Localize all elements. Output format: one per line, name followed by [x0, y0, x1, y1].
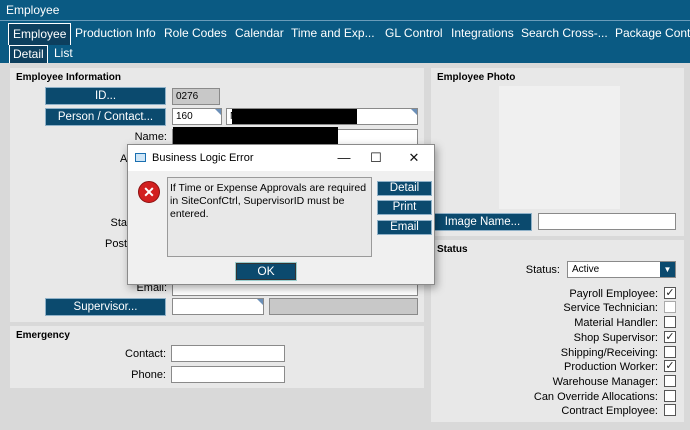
shop-supervisor-checkbox[interactable]: ✓	[664, 331, 676, 343]
material-handler-label: Material Handler:	[574, 317, 658, 329]
ok-button[interactable]: OK	[235, 262, 297, 281]
material-handler-checkbox[interactable]	[664, 316, 676, 328]
production-worker-checkbox[interactable]: ✓	[664, 360, 676, 372]
business-logic-error-dialog: Business Logic Error — ☐ ✕ ✕ If Time or …	[127, 144, 435, 285]
shop-supervisor-label: Shop Supervisor:	[573, 332, 658, 344]
person-id-field[interactable]: 160	[172, 108, 222, 125]
shipping-receiving-checkbox[interactable]	[664, 346, 676, 358]
emergency-contact-field[interactable]	[171, 345, 285, 362]
sub-tab-bar: Detail List	[0, 45, 690, 63]
status-title: Status	[437, 244, 468, 255]
tab-employee[interactable]: Employee	[8, 23, 72, 45]
contract-employee-label: Contract Employee:	[561, 405, 658, 417]
person-contact-button[interactable]: Person / Contact...	[45, 108, 166, 126]
contract-employee-checkbox[interactable]	[664, 404, 676, 416]
tab-calendar[interactable]: Calendar	[231, 23, 288, 45]
state-label-partial: Sta	[110, 217, 127, 229]
subtab-detail[interactable]: Detail	[9, 45, 48, 63]
tab-role-codes[interactable]: Role Codes	[160, 23, 231, 45]
supervisor-button[interactable]: Supervisor...	[45, 298, 166, 316]
can-override-allocations-label: Can Override Allocations:	[533, 391, 658, 403]
window-titlebar: Employee	[0, 0, 690, 21]
close-icon[interactable]: ✕	[404, 149, 424, 167]
payroll-employee-label: Payroll Employee:	[569, 288, 658, 300]
app-icon	[135, 153, 146, 162]
chevron-down-icon[interactable]: ▼	[660, 262, 675, 277]
error-icon: ✕	[138, 181, 160, 203]
address-label-partial: A	[120, 153, 128, 165]
supervisor-id-field[interactable]	[172, 298, 264, 315]
main-tab-bar: Employee Production Info Role Codes Cale…	[0, 21, 690, 45]
production-worker-label: Production Worker:	[564, 361, 658, 373]
tab-time-and-expense[interactable]: Time and Exp...	[287, 23, 379, 45]
tab-gl-control[interactable]: GL Control	[381, 23, 447, 45]
tab-package-control[interactable]: Package Contro	[611, 23, 690, 45]
can-override-allocations-checkbox[interactable]	[664, 390, 676, 402]
print-button[interactable]: Print	[377, 200, 432, 215]
subtab-list[interactable]: List	[51, 45, 76, 63]
payroll-employee-checkbox[interactable]: ✓	[664, 287, 676, 299]
emergency-contact-label: Contact:	[125, 348, 166, 360]
error-message: If Time or Expense Approvals are require…	[167, 177, 372, 257]
service-technician-checkbox[interactable]	[664, 301, 676, 313]
warehouse-manager-checkbox[interactable]	[664, 375, 676, 387]
employee-info-title: Employee Information	[16, 72, 122, 83]
id-button[interactable]: ID...	[45, 87, 166, 105]
service-technician-label: Service Technician:	[563, 302, 658, 314]
maximize-icon[interactable]: ☐	[366, 149, 386, 167]
photo-title: Employee Photo	[437, 72, 516, 83]
status-select[interactable]: Active ▼	[567, 261, 676, 278]
tab-search-cross[interactable]: Search Cross-...	[517, 23, 612, 45]
supervisor-name-field	[269, 298, 418, 315]
employee-photo[interactable]	[499, 86, 620, 209]
name-label: Name:	[134, 131, 167, 143]
window-title: Employee	[6, 3, 60, 17]
dialog-title: Business Logic Error	[152, 152, 254, 164]
tab-integrations[interactable]: Integrations	[447, 23, 518, 45]
redaction-bar	[173, 127, 338, 145]
minimize-icon[interactable]: —	[334, 149, 354, 167]
email-button[interactable]: Email	[377, 220, 432, 235]
postal-label-partial: Post	[104, 238, 127, 250]
detail-button[interactable]: Detail	[377, 181, 432, 196]
emergency-phone-label: Phone:	[131, 369, 166, 381]
image-name-button[interactable]: Image Name...	[433, 213, 532, 231]
dialog-titlebar[interactable]: Business Logic Error — ☐ ✕	[128, 145, 434, 171]
redaction-bar	[232, 109, 357, 124]
tab-production-info[interactable]: Production Info	[71, 23, 160, 45]
status-label: Status:	[525, 264, 560, 276]
id-field: 0276	[172, 88, 220, 105]
image-name-field[interactable]	[538, 213, 676, 230]
warehouse-manager-label: Warehouse Manager:	[552, 376, 658, 388]
emergency-title: Emergency	[16, 330, 70, 341]
shipping-receiving-label: Shipping/Receiving:	[560, 347, 658, 359]
emergency-phone-field[interactable]	[171, 366, 285, 383]
